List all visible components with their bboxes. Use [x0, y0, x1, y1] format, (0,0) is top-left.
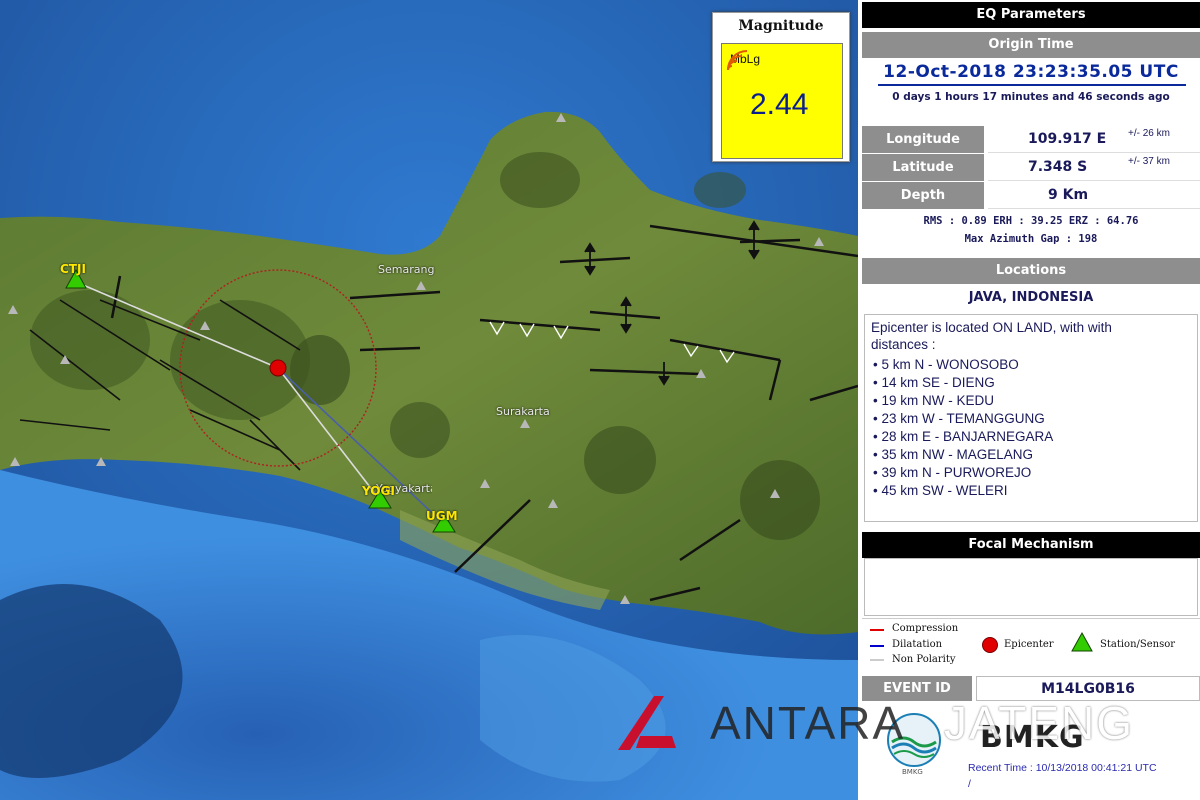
- event-id-row: EVENT ID M14LG0B16: [862, 676, 1200, 701]
- param-row-longitude: Longitude 109.917 E +/- 26 km: [862, 126, 1200, 153]
- param-row-latitude: Latitude 7.348 S +/- 37 km: [862, 154, 1200, 181]
- list-item: • 45 km SW - WELERI: [873, 483, 1008, 498]
- legend-compression: Compression: [892, 623, 959, 634]
- list-item-text: 14 km SE - DIENG: [881, 375, 995, 390]
- list-item-text: 28 km E - BANJARNEGARA: [881, 429, 1054, 444]
- recent-time-tail: /: [968, 778, 971, 790]
- latitude-value: 7.348 S: [1028, 159, 1088, 175]
- param-row-depth: Depth 9 Km: [862, 182, 1200, 209]
- recent-time: Recent Time : 10/13/2018 00:41:21 UTC: [968, 762, 1157, 774]
- station-icon: [1071, 631, 1093, 652]
- locations-list-box: Epicenter is located ON LAND, with with …: [864, 314, 1198, 522]
- list-item: • 23 km W - TEMANGGUNG: [873, 411, 1045, 426]
- list-item: • 39 km N - PURWOREJO: [873, 465, 1032, 480]
- legend-epicenter: Epicenter: [1004, 639, 1054, 650]
- list-item: • 5 km N - WONOSOBO: [873, 357, 1019, 372]
- bmkg-logo-caption: BMKG: [902, 768, 923, 776]
- max-azimuth-gap: Max Azimuth Gap : 198: [964, 233, 1098, 245]
- list-item-text: 39 km N - PURWOREJO: [881, 465, 1032, 480]
- magnitude-box: Magnitude MbLg 2.44: [712, 12, 850, 162]
- station-label-ugm: UGM: [426, 509, 458, 523]
- bmkg-logo: [887, 713, 941, 767]
- param-label: Latitude: [862, 154, 984, 181]
- legend-dilatation: Dilatation: [892, 639, 943, 650]
- focal-mechanism-area: [864, 558, 1198, 616]
- region-name: JAVA, INDONESIA: [968, 290, 1094, 305]
- magnitude-value: 2.44: [750, 88, 809, 121]
- list-item: • 35 km NW - MAGELANG: [873, 447, 1034, 462]
- seismic-wave-icon: [727, 50, 748, 71]
- list-item-text: 23 km W - TEMANGGUNG: [881, 411, 1045, 426]
- locations-header: Locations: [862, 258, 1200, 284]
- param-value-cell: 9 Km: [988, 182, 1200, 209]
- map-legend: Compression Dilatation Non Polarity Epic…: [862, 618, 1200, 672]
- list-item-text: 19 km NW - KEDU: [881, 393, 994, 408]
- latitude-error: +/- 37 km: [1128, 156, 1170, 167]
- station-label-yogi: YOGI: [362, 484, 395, 498]
- non-polarity-swatch: [870, 659, 884, 661]
- magnitude-value-panel: MbLg 2.44: [721, 43, 843, 159]
- locations-intro: Epicenter is located ON LAND, with with …: [871, 320, 1112, 352]
- place-label-surakarta: Surakarta: [496, 405, 550, 418]
- depth-value: 9 Km: [1048, 187, 1089, 203]
- list-item-text: 45 km SW - WELERI: [881, 483, 1008, 498]
- rms-line: RMS : 0.89 ERH : 39.25 ERZ : 64.76: [923, 215, 1139, 227]
- focal-mechanism-header: Focal Mechanism: [862, 532, 1200, 558]
- longitude-error: +/- 26 km: [1128, 128, 1170, 139]
- legend-non-polarity: Non Polarity: [892, 654, 956, 665]
- epicenter-map[interactable]: Semarang Surakarta Yogyakarta CTJI YOGI …: [0, 0, 858, 800]
- param-label: Depth: [862, 182, 984, 209]
- param-label: Longitude: [862, 126, 984, 153]
- event-id-value: M14LG0B16: [976, 676, 1200, 701]
- list-item: • 14 km SE - DIENG: [873, 375, 995, 390]
- origin-time-header: Origin Time: [862, 32, 1200, 58]
- longitude-value: 109.917 E: [1028, 131, 1107, 147]
- list-item: • 19 km NW - KEDU: [873, 393, 994, 408]
- station-label-ctji: CTJI: [60, 262, 86, 276]
- eq-parameters-panel: EQ Parameters Origin Time 12-Oct-2018 23…: [862, 0, 1200, 800]
- eq-parameters-header: EQ Parameters: [862, 2, 1200, 28]
- elapsed-time: 0 days 1 hours 17 minutes and 46 seconds…: [892, 91, 1170, 103]
- event-id-label: EVENT ID: [862, 676, 972, 701]
- legend-station: Station/Sensor: [1100, 639, 1176, 650]
- epicenter-icon: [982, 637, 998, 653]
- origin-time-underline: [878, 84, 1186, 86]
- magnitude-title: Magnitude: [738, 18, 824, 34]
- epicenter-marker[interactable]: [269, 359, 287, 377]
- place-label-semarang: Semarang: [378, 263, 435, 276]
- compression-swatch: [870, 629, 884, 631]
- param-value-cell: 109.917 E +/- 26 km: [988, 126, 1200, 153]
- origin-time-value: 12-Oct-2018 23:23:35.05 UTC: [883, 62, 1179, 82]
- earthquake-report: Semarang Surakarta Yogyakarta CTJI YOGI …: [0, 0, 1200, 800]
- bmkg-wordmark: BMKG: [980, 720, 1085, 755]
- param-value-cell: 7.348 S +/- 37 km: [988, 154, 1200, 181]
- list-item-text: 5 km N - WONOSOBO: [881, 357, 1019, 372]
- list-item: • 28 km E - BANJARNEGARA: [873, 429, 1054, 444]
- dilatation-swatch: [870, 645, 884, 647]
- list-item-text: 35 km NW - MAGELANG: [881, 447, 1034, 462]
